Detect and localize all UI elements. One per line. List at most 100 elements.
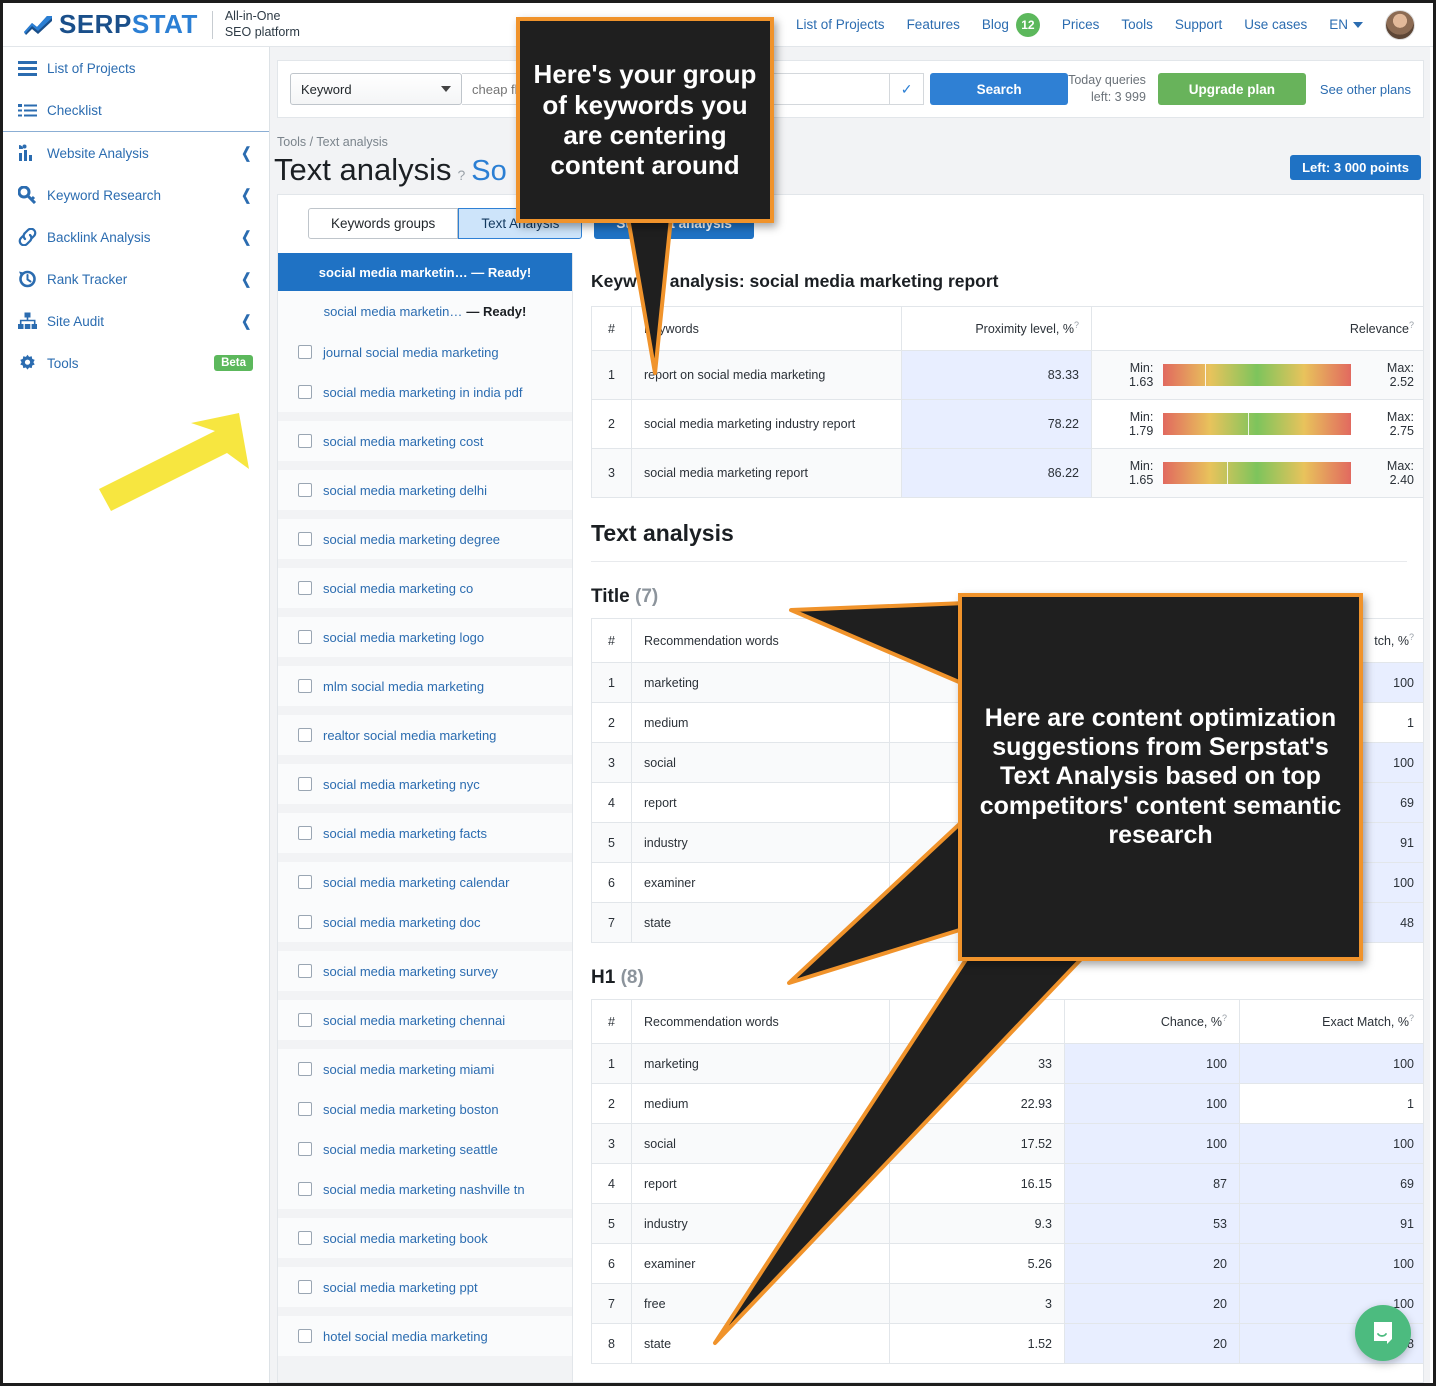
row-keyword: social media marketing industry report [632, 400, 902, 449]
table-row: 2social media marketing industry report7… [592, 400, 1424, 449]
keyword-list-item[interactable]: social media marketing nashville tn [278, 1169, 572, 1209]
keyword-checkbox[interactable] [298, 532, 312, 546]
brand-logo[interactable]: SERPSTAT All-in-One SEO platform [3, 9, 300, 40]
keyword-group-subheader-status: — Ready! [466, 304, 526, 319]
relevance-min: Min: 1.65 [1104, 459, 1153, 487]
keyword-list-item[interactable]: social media marketing book [278, 1218, 572, 1258]
keyword-list-item[interactable]: social media marketing logo [278, 617, 572, 657]
help-icon[interactable]: ? [1409, 320, 1414, 330]
keyword-checkbox[interactable] [298, 345, 312, 359]
keyword-checkbox[interactable] [298, 728, 312, 742]
row-proximity: 78.22 [902, 400, 1092, 449]
keyword-checkbox[interactable] [298, 1142, 312, 1156]
keyword-list-item[interactable]: social media marketing boston [278, 1089, 572, 1129]
page-title: Text analysis [274, 152, 451, 188]
search-check-icon[interactable]: ✓ [890, 73, 924, 105]
topnav-support[interactable]: Support [1175, 17, 1222, 32]
row-word: medium [632, 1084, 890, 1124]
help-icon[interactable]: ? [1074, 320, 1079, 330]
search-mode-select[interactable]: Keyword [290, 73, 462, 105]
keyword-checkbox[interactable] [298, 1182, 312, 1196]
topnav-prices[interactable]: Prices [1062, 17, 1100, 32]
today-queries-label: Today queries [1068, 72, 1146, 89]
chat-launcher-button[interactable] [1355, 1305, 1411, 1361]
today-queries-value: left: 3 999 [1068, 89, 1146, 106]
project-name: So [471, 155, 506, 188]
sidebar-item-site-audit[interactable]: Site Audit ❮ [3, 300, 269, 342]
keyword-checkbox[interactable] [298, 1062, 312, 1076]
keyword-list-item[interactable]: social media marketing nyc [278, 764, 572, 804]
sidebar-label: Website Analysis [47, 146, 149, 161]
upgrade-plan-button[interactable]: Upgrade plan [1158, 73, 1306, 105]
tab-keywords-groups[interactable]: Keywords groups [308, 208, 458, 239]
help-icon[interactable]: ? [457, 167, 465, 183]
keyword-list-item[interactable]: mlm social media marketing [278, 666, 572, 706]
keyword-checkbox[interactable] [298, 964, 312, 978]
sidebar-item-website-analysis[interactable]: Website Analysis ❮ [3, 132, 269, 174]
keyword-list-item[interactable]: social media marketing in india pdf [278, 372, 572, 412]
see-other-plans-link[interactable]: See other plans [1320, 82, 1411, 97]
keyword-list-item[interactable]: social media marketing calendar [278, 862, 572, 902]
row-word: industry [632, 1204, 890, 1244]
keyword-checkbox[interactable] [298, 915, 312, 929]
topnav-tools[interactable]: Tools [1121, 17, 1153, 32]
sidebar-item-rank-tracker[interactable]: Rank Tracker ❮ [3, 258, 269, 300]
keyword-checkbox[interactable] [298, 1013, 312, 1027]
row-num: 2 [592, 703, 632, 743]
row-num: 1 [592, 663, 632, 703]
keyword-checkbox[interactable] [298, 434, 312, 448]
keyword-checkbox[interactable] [298, 777, 312, 791]
row-num: 6 [592, 863, 632, 903]
avatar[interactable] [1385, 10, 1415, 40]
keyword-checkbox[interactable] [298, 581, 312, 595]
keyword-list-item[interactable]: social media marketing chennai [278, 1000, 572, 1040]
keyword-list-item[interactable]: social media marketing delhi [278, 470, 572, 510]
keyword-list-item[interactable]: social media marketing miami [278, 1049, 572, 1089]
topnav-blog-link[interactable]: Blog [982, 17, 1009, 32]
keyword-checkbox[interactable] [298, 1231, 312, 1245]
keyword-checkbox[interactable] [298, 483, 312, 497]
topnav-features[interactable]: Features [907, 17, 960, 32]
keyword-group-header[interactable]: social media marketin… — Ready! [278, 253, 572, 291]
keyword-list-item[interactable]: social media marketing degree [278, 519, 572, 559]
language-selector[interactable]: EN [1329, 17, 1363, 32]
help-icon[interactable]: ? [1409, 1013, 1414, 1023]
keyword-list-item[interactable]: social media marketing facts [278, 813, 572, 853]
row-word: social [632, 743, 890, 783]
keyword-checkbox[interactable] [298, 679, 312, 693]
sidebar-item-keyword-research[interactable]: Keyword Research ❮ [3, 174, 269, 216]
sidebar-item-checklist[interactable]: Checklist [3, 89, 269, 131]
keyword-list-item[interactable]: social media marketing seattle [278, 1129, 572, 1169]
search-button[interactable]: Search [930, 73, 1068, 105]
topnav-list-of-projects[interactable]: List of Projects [796, 17, 885, 32]
row-num: 6 [592, 1244, 632, 1284]
topnav-blog[interactable]: Blog 12 [982, 13, 1040, 37]
today-queries: Today queries left: 3 999 [1068, 72, 1158, 106]
keyword-list-item[interactable]: hotel social media marketing [278, 1316, 572, 1356]
help-icon[interactable]: ? [1222, 1013, 1227, 1023]
keyword-checkbox[interactable] [298, 1329, 312, 1343]
row-word: marketing [632, 1044, 890, 1084]
keyword-checkbox[interactable] [298, 826, 312, 840]
keyword-list-item[interactable]: social media marketing ppt [278, 1267, 572, 1307]
keyword-list-item[interactable]: social media marketing survey [278, 951, 572, 991]
sidebar-item-backlink-analysis[interactable]: Backlink Analysis ❮ [3, 216, 269, 258]
row-relevance: Min: 1.65Max: 2.40 [1092, 449, 1424, 498]
keyword-list-item[interactable]: realtor social media marketing [278, 715, 572, 755]
keyword-list-item[interactable]: social media marketing doc [278, 902, 572, 942]
keyword-list-item[interactable]: social media marketing co [278, 568, 572, 608]
sidebar-item-list-of-projects[interactable]: List of Projects [3, 47, 269, 89]
keyword-checkbox[interactable] [298, 1280, 312, 1294]
topnav-use-cases[interactable]: Use cases [1244, 17, 1307, 32]
help-icon[interactable]: ? [1409, 632, 1414, 642]
sidebar-item-tools[interactable]: Tools Beta [3, 342, 269, 384]
keyword-checkbox[interactable] [298, 875, 312, 889]
keyword-group-subheader[interactable]: social media marketin… — Ready! [278, 291, 572, 332]
callout-keywords-group: Here's your group of keywords you are ce… [516, 17, 774, 223]
keyword-list-item[interactable]: social media marketing cost [278, 421, 572, 461]
keyword-checkbox[interactable] [298, 385, 312, 399]
keyword-checkbox[interactable] [298, 1102, 312, 1116]
keyword-checkbox[interactable] [298, 630, 312, 644]
keyword-list-item[interactable]: journal social media marketing [278, 332, 572, 372]
bar-chart-icon [11, 142, 43, 164]
